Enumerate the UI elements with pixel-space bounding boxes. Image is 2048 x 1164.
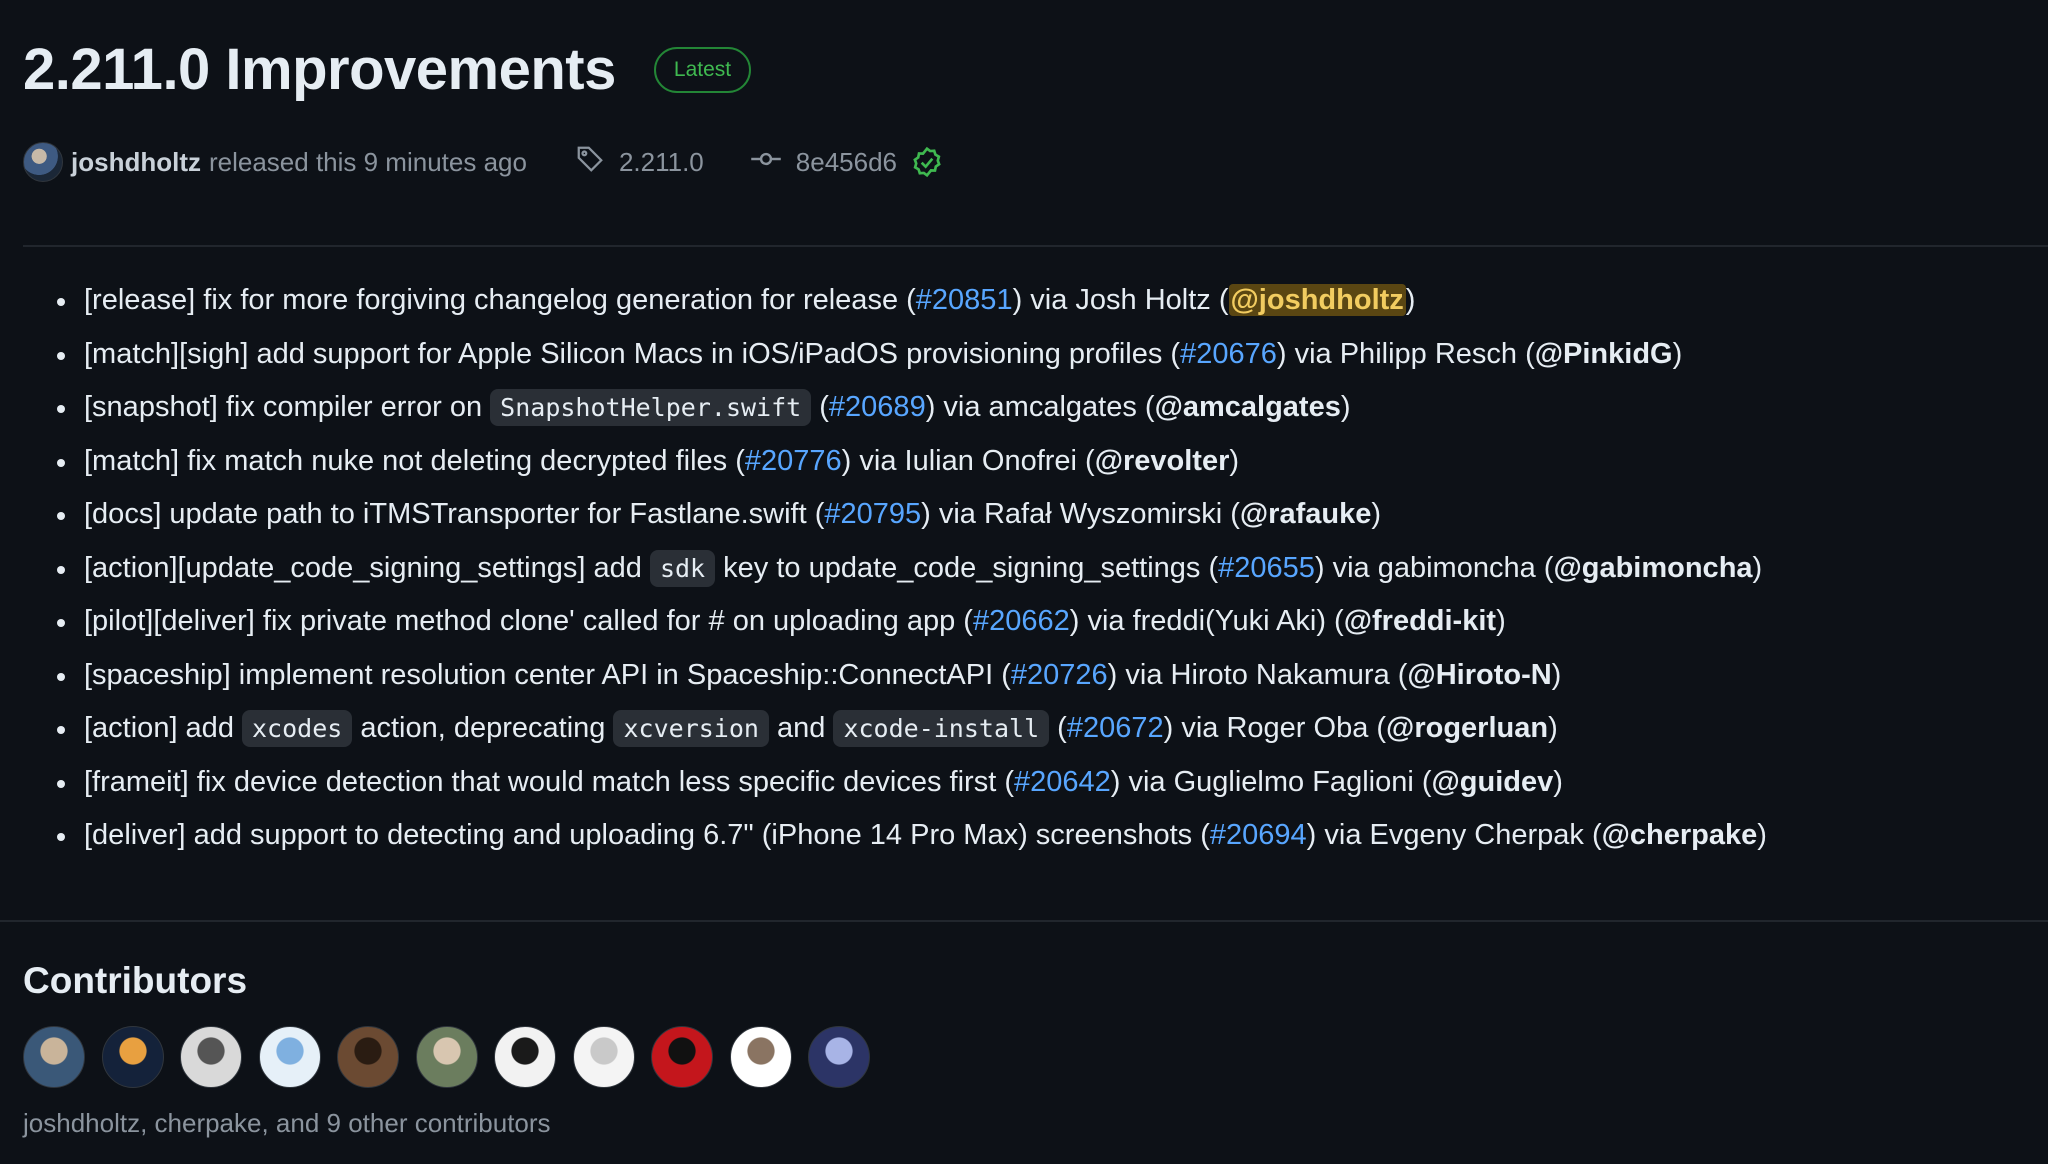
pr-link[interactable]: #20694 bbox=[1210, 819, 1307, 851]
commit-sha: 8e456d6 bbox=[795, 146, 898, 177]
pr-link[interactable]: #20672 bbox=[1067, 712, 1164, 744]
contributor-avatar-2[interactable] bbox=[101, 1026, 164, 1088]
contributors-heading: Contributors bbox=[23, 960, 248, 1001]
contributor-avatar-10[interactable] bbox=[729, 1026, 792, 1088]
author-link[interactable]: joshdholtz bbox=[71, 147, 201, 178]
release-meta: joshdholtz released this 9 minutes ago 2… bbox=[23, 142, 943, 182]
pr-link[interactable]: #20795 bbox=[824, 498, 921, 530]
tag-link[interactable]: 2.211.0 bbox=[575, 144, 704, 181]
contributor-avatar-9[interactable] bbox=[651, 1026, 713, 1088]
user-mention[interactable]: @joshdholtz bbox=[1228, 284, 1406, 316]
list-item: [docs] update path to iTMSTransporter fo… bbox=[57, 488, 1767, 542]
inline-code: xcode-install bbox=[833, 710, 1050, 747]
user-mention[interactable]: @guidev bbox=[1432, 766, 1554, 798]
user-mention[interactable]: @revolter bbox=[1095, 445, 1230, 477]
inline-code: xcodes bbox=[242, 710, 353, 747]
header-divider bbox=[23, 245, 2048, 247]
released-time: released this 9 minutes ago bbox=[208, 146, 527, 177]
list-item: [match][sigh] add support for Apple Sili… bbox=[57, 328, 1767, 382]
contributor-avatar-6[interactable] bbox=[415, 1026, 478, 1088]
inline-code: xcversion bbox=[613, 710, 769, 747]
pr-link[interactable]: #20689 bbox=[829, 391, 926, 423]
pr-link[interactable]: #20655 bbox=[1218, 552, 1315, 584]
list-item: [frameit] fix device detection that woul… bbox=[57, 756, 1767, 810]
pr-link[interactable]: #20676 bbox=[1180, 338, 1277, 370]
list-item: [pilot][deliver] fix private method clon… bbox=[57, 595, 1767, 649]
pr-link[interactable]: #20851 bbox=[916, 284, 1013, 316]
release-notes: [release] fix for more forgiving changel… bbox=[57, 274, 1767, 863]
release-title[interactable]: 2.211.0 Improvements bbox=[23, 30, 616, 110]
user-mention[interactable]: @cherpake bbox=[1602, 819, 1758, 851]
contributor-avatar-11[interactable] bbox=[808, 1026, 870, 1088]
latest-badge: Latest bbox=[653, 47, 752, 93]
list-item: [spaceship] implement resolution center … bbox=[57, 649, 1767, 703]
contributors-summary[interactable]: joshdholtz, cherpake, and 9 other contri… bbox=[23, 1108, 551, 1139]
contributor-avatar-3[interactable] bbox=[180, 1026, 242, 1088]
tag-name: 2.211.0 bbox=[618, 146, 704, 177]
inline-code: sdk bbox=[649, 549, 716, 587]
contributor-avatar-7[interactable] bbox=[494, 1026, 556, 1088]
contributors-divider bbox=[0, 920, 2048, 922]
pr-link[interactable]: #20662 bbox=[973, 605, 1070, 637]
list-item: [snapshot] fix compiler error on Snapsho… bbox=[57, 381, 1767, 435]
user-mention[interactable]: @freddi-kit bbox=[1344, 605, 1496, 637]
pr-link[interactable]: #20776 bbox=[745, 445, 842, 477]
pr-link[interactable]: #20726 bbox=[1011, 659, 1108, 691]
release-header: 2.211.0 Improvements Latest bbox=[23, 30, 752, 110]
list-item: [match] fix match nuke not deleting decr… bbox=[57, 435, 1767, 489]
contributor-avatars bbox=[23, 1026, 887, 1088]
user-mention[interactable]: @rafauke bbox=[1240, 498, 1371, 530]
user-mention[interactable]: @PinkidG bbox=[1535, 338, 1673, 370]
list-item: [release] fix for more forgiving changel… bbox=[57, 274, 1767, 328]
user-mention[interactable]: @gabimoncha bbox=[1553, 552, 1752, 584]
contributor-avatar-1[interactable] bbox=[23, 1026, 85, 1088]
list-item: [deliver] add support to detecting and u… bbox=[57, 809, 1767, 863]
verified-check-icon[interactable] bbox=[911, 146, 943, 178]
list-item: [action] add xcodes action, deprecating … bbox=[57, 702, 1767, 756]
user-mention[interactable]: @Hiroto-N bbox=[1407, 659, 1551, 691]
user-mention[interactable]: @rogerluan bbox=[1386, 712, 1548, 744]
author-avatar[interactable] bbox=[23, 142, 63, 182]
list-item: [action][update_code_signing_settings] a… bbox=[57, 542, 1767, 596]
contributor-avatar-8[interactable] bbox=[572, 1026, 635, 1088]
pr-link[interactable]: #20642 bbox=[1014, 766, 1111, 798]
user-mention[interactable]: @amcalgates bbox=[1155, 391, 1341, 423]
contributor-avatar-4[interactable] bbox=[258, 1026, 321, 1088]
inline-code: SnapshotHelper.swift bbox=[490, 389, 812, 426]
commit-link[interactable]: 8e456d6 bbox=[750, 144, 943, 181]
tag-icon bbox=[575, 144, 605, 181]
commit-icon bbox=[750, 144, 782, 181]
contributor-avatar-5[interactable] bbox=[337, 1026, 399, 1088]
